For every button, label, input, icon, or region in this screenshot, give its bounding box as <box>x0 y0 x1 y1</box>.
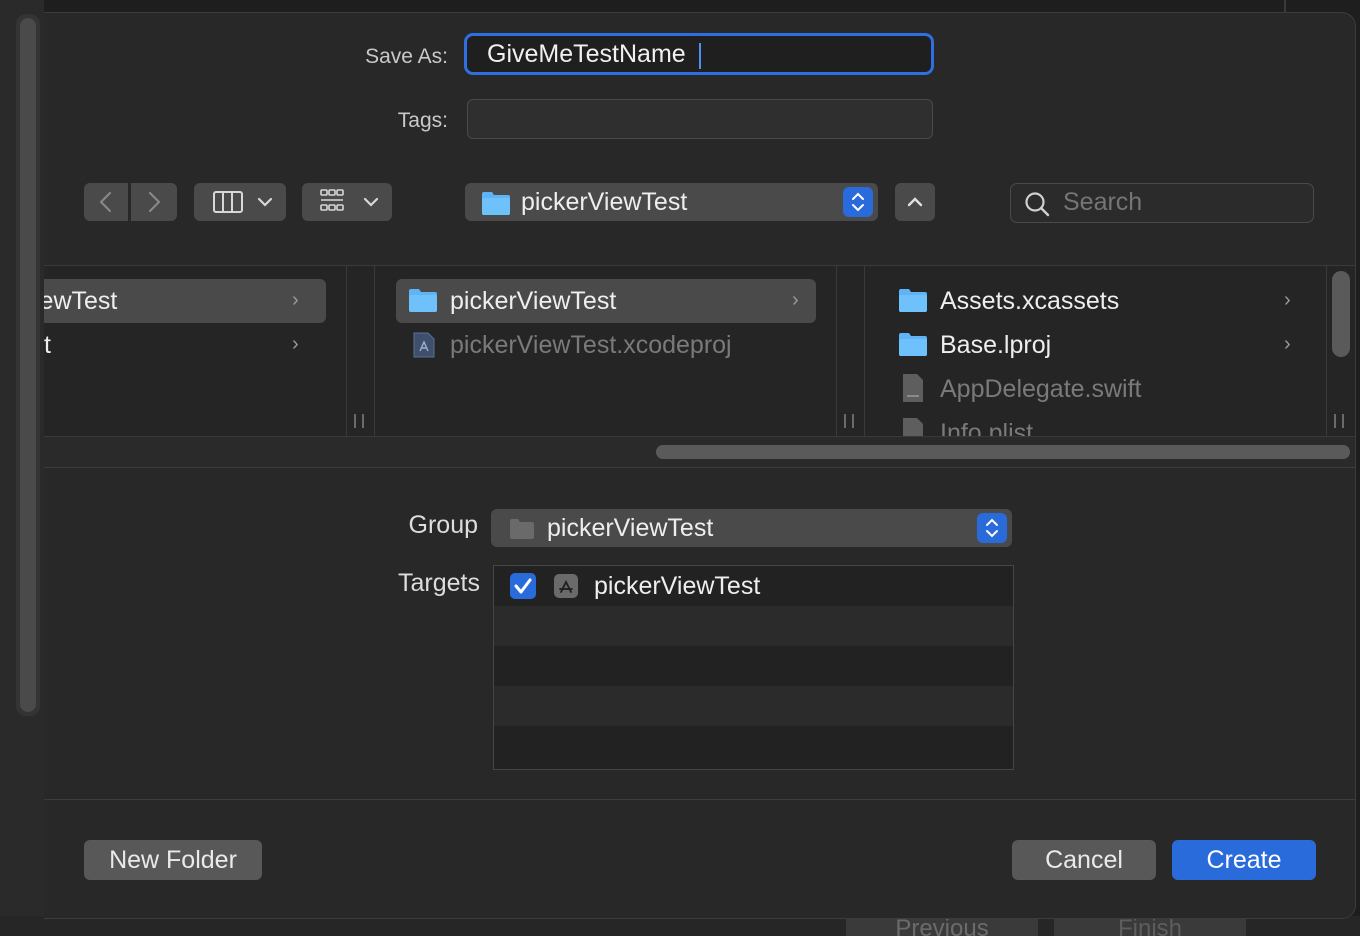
horizontal-scrollbar[interactable] <box>656 445 1350 459</box>
column-divider <box>864 266 865 436</box>
tags-label: Tags: <box>397 109 448 132</box>
column-divider <box>836 266 837 436</box>
targets-list: pickerViewTest <box>493 565 1014 770</box>
footer-divider <box>44 799 1355 800</box>
forward-button[interactable] <box>131 183 177 221</box>
chevron-right-icon: › <box>792 289 799 311</box>
column1-row-selected[interactable]: iewTest › <box>44 279 326 323</box>
updown-chevron-icon <box>986 518 998 538</box>
folder-icon <box>482 192 510 215</box>
xcodeproj-icon <box>413 332 435 358</box>
create-button[interactable]: Create <box>1172 840 1316 880</box>
folder-icon <box>899 333 927 356</box>
chevron-right-icon: › <box>292 289 299 311</box>
save-sheet: Save As: Tags: <box>44 12 1356 919</box>
column-resize-handle[interactable] <box>844 414 854 428</box>
list-stripe <box>494 686 1013 726</box>
tags-field[interactable] <box>467 99 933 139</box>
back-button[interactable] <box>84 183 128 221</box>
chevron-right-icon: › <box>1284 289 1291 311</box>
column3-row[interactable]: Assets.xcassets › <box>886 279 1306 323</box>
plist-file-icon <box>903 418 923 436</box>
column3-row[interactable]: AppDelegate.swift <box>886 367 1306 411</box>
column3-row[interactable]: Info.plist <box>886 411 1306 436</box>
column-divider <box>1326 266 1327 436</box>
background-scrollbar[interactable] <box>20 18 36 712</box>
location-popup-label: pickerViewTest <box>521 188 688 216</box>
target-row[interactable]: pickerViewTest <box>494 566 1013 606</box>
cancel-button[interactable]: Cancel <box>1012 840 1156 880</box>
save-as-label: Save As: <box>365 45 448 68</box>
column-resize-handle[interactable] <box>354 414 364 428</box>
column2-row-selected[interactable]: pickerViewTest › <box>396 279 816 323</box>
column3-row-label: AppDelegate.swift <box>940 375 1142 403</box>
column-divider <box>346 266 347 436</box>
search-input[interactable] <box>1063 184 1303 220</box>
group-label: Group <box>408 511 478 539</box>
chevron-right-icon: › <box>1284 333 1291 355</box>
new-folder-button[interactable]: New Folder <box>84 840 262 880</box>
app-target-icon <box>554 574 578 598</box>
column2-row[interactable]: pickerViewTest.xcodeproj <box>396 323 816 367</box>
column3-row-label: Info.plist <box>940 419 1034 436</box>
app-store-icon <box>559 579 573 593</box>
column1-row-label: t <box>44 331 51 359</box>
swift-file-icon <box>903 374 923 402</box>
folder-icon <box>510 519 534 539</box>
chevron-left-icon <box>99 192 111 212</box>
save-as-input[interactable] <box>487 36 917 72</box>
column2-row-label: pickerViewTest.xcodeproj <box>450 331 732 359</box>
expand-collapse-button[interactable] <box>895 183 935 221</box>
chevron-up-icon <box>907 197 923 207</box>
popup-stepper <box>843 187 873 217</box>
list-stripe <box>494 606 1013 646</box>
checkmark-icon <box>514 578 532 594</box>
target-label: pickerViewTest <box>594 572 761 600</box>
text-caret <box>699 43 701 69</box>
grid-group-icon <box>320 189 379 211</box>
column2-row-label: pickerViewTest <box>450 287 617 315</box>
group-by-button[interactable] <box>302 183 392 221</box>
location-popup[interactable]: pickerViewTest <box>465 183 878 221</box>
popup-stepper <box>977 513 1007 543</box>
column-divider <box>374 266 375 436</box>
search-icon <box>1025 192 1050 217</box>
background-divider <box>1284 0 1286 12</box>
column3-row-label: Base.lproj <box>940 331 1052 359</box>
target-checkbox[interactable] <box>510 573 536 599</box>
chevron-right-icon: › <box>292 333 299 355</box>
column1-row[interactable]: t › <box>44 323 326 367</box>
vertical-scrollbar[interactable] <box>1332 271 1350 357</box>
options-top-divider <box>44 467 1355 468</box>
updown-chevron-icon <box>852 192 864 212</box>
group-popup[interactable]: pickerViewTest <box>491 509 1012 547</box>
targets-label: Targets <box>398 569 480 597</box>
chevron-right-icon <box>149 192 161 212</box>
columns-view-icon <box>213 191 273 213</box>
folder-icon <box>409 289 437 312</box>
folder-icon <box>899 289 927 312</box>
view-mode-button[interactable] <box>194 183 286 221</box>
column-resize-handle[interactable] <box>1334 414 1344 428</box>
background-previous-button[interactable]: Previous <box>846 918 1038 936</box>
column1-row-label: iewTest <box>44 287 118 315</box>
column3-row[interactable]: Base.lproj › <box>886 323 1306 367</box>
group-popup-label: pickerViewTest <box>547 514 714 542</box>
column3-row-label: Assets.xcassets <box>940 287 1120 315</box>
background-finish-button[interactable]: Finish <box>1054 918 1246 936</box>
save-as-field[interactable] <box>464 33 934 75</box>
search-field[interactable] <box>1010 183 1314 223</box>
